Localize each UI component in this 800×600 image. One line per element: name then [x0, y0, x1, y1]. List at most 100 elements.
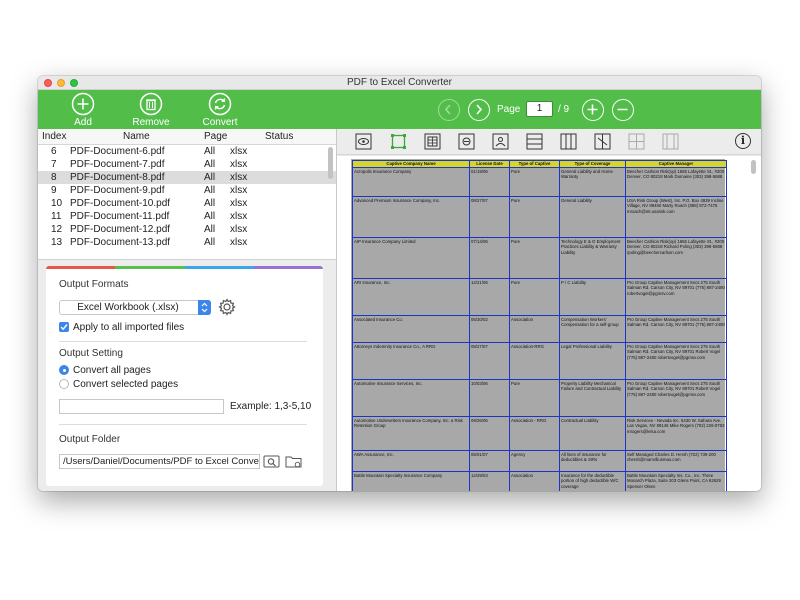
app-window: PDF to Excel Converter Add Remove Conver… [38, 76, 761, 491]
convert-button[interactable]: Convert [195, 92, 245, 128]
remove-selection-icon[interactable] [458, 133, 475, 150]
next-page-button[interactable] [468, 99, 490, 121]
document-cell: AWA Assurance, Inc. [352, 449, 470, 472]
file-row[interactable]: 13 PDF-Document-13.pdf All xlsx [38, 236, 336, 249]
add-button[interactable]: Add [58, 92, 108, 128]
document-cell: 10/03/06 [469, 378, 510, 417]
open-folder-icon[interactable] [285, 454, 303, 469]
document-row: AIP Insurance Company Limited 07/14/06 Pur… [352, 236, 727, 279]
file-name-cell: PDF-Document-6.pdf [70, 146, 165, 157]
file-page-cell: All [204, 211, 216, 222]
document-table: Captive Company Name License Date Type of … [352, 160, 727, 491]
select-area-icon[interactable] [390, 133, 407, 150]
preview-scrollbar[interactable] [751, 160, 756, 174]
document-cell: 12/21/06 [469, 277, 510, 316]
document-cell: Compensation Workers' Compensation for a… [559, 314, 626, 343]
document-cell: Battle Mountain Specialty Insurance Comp… [352, 470, 470, 491]
document-cell: General Liability and Home Warranty [559, 166, 626, 197]
remove-button[interactable]: Remove [126, 92, 176, 128]
page-label: Page [497, 104, 521, 115]
document-cell: Battle Mountain Specialty Ins. Co., Inc.… [625, 470, 727, 491]
gear-icon[interactable] [218, 298, 236, 316]
table-select-icon[interactable] [424, 133, 441, 150]
apply-all-label[interactable]: Apply to all imported files [73, 322, 184, 333]
document-cell: Pro Group Captive Management Svcs 275 So… [625, 341, 727, 380]
file-status-cell: xlsx [230, 185, 248, 196]
add-icon [71, 92, 95, 116]
document-row: Acropolis Insurance Company 01/19/06 Pure G… [352, 166, 727, 197]
column-divider-icon[interactable] [560, 133, 577, 150]
file-name-cell: PDF-Document-9.pdf [70, 185, 165, 196]
file-name-cell: PDF-Document-7.pdf [70, 159, 165, 170]
zoom-out-button[interactable] [612, 99, 634, 121]
file-index-cell: 13 [51, 237, 63, 248]
file-name-cell: PDF-Document-12.pdf [70, 224, 171, 235]
divider-2 [59, 424, 307, 425]
merge-cells-icon[interactable] [628, 133, 645, 150]
document-cell: Pure [509, 166, 560, 197]
format-select[interactable]: Excel Workbook (.xlsx) [59, 300, 211, 315]
document-cell: Insurance for the deductible portion of … [559, 470, 626, 491]
header-index[interactable]: Index [42, 131, 66, 142]
document-cell: General Liability [559, 195, 626, 238]
file-row[interactable]: 9 PDF-Document-9.pdf All xlsx [38, 184, 336, 197]
document-cell: Agency [509, 449, 560, 472]
document-cell: Risk Services - Nevada Inc. 5430 W. Saha… [625, 415, 727, 451]
pages-example-label: Example: 1,3-5,10 [230, 401, 312, 412]
convert-all-label[interactable]: Convert all pages [73, 365, 151, 376]
file-name-cell: PDF-Document-10.pdf [70, 198, 171, 209]
output-formats-title: Output Formats [59, 279, 129, 290]
zoom-in-button[interactable] [582, 99, 604, 121]
document-cell: Association [509, 314, 560, 343]
file-row[interactable]: 8 PDF-Document-8.pdf All xlsx [38, 171, 336, 184]
left-pane: Index Name Page Status 6 PDF-Document-6.p… [38, 129, 336, 491]
row-divider-icon[interactable] [526, 133, 543, 150]
file-page-cell: All [204, 185, 216, 196]
header-name[interactable]: Name [123, 131, 150, 142]
delete-divider-icon[interactable] [594, 133, 611, 150]
select-arrow [198, 300, 211, 315]
add-label: Add [74, 117, 92, 128]
document-cell: Association-RRG [509, 341, 560, 380]
page-total: / 9 [558, 104, 570, 115]
strip-segment [184, 266, 254, 269]
chevron-right-icon [476, 104, 483, 115]
pages-input[interactable] [59, 399, 224, 414]
file-index-cell: 6 [51, 146, 57, 157]
previous-page-button[interactable] [438, 99, 460, 121]
convert-selected-radio[interactable] [59, 379, 69, 389]
eye-icon[interactable] [355, 133, 372, 150]
folder-path-input[interactable]: /Users/Daniel/Documents/PDF to Excel Con… [59, 454, 260, 469]
header-page[interactable]: Page [204, 131, 227, 142]
document-cell: Pure [509, 236, 560, 279]
file-page-cell: All [204, 237, 216, 248]
info-icon[interactable]: i [735, 133, 751, 149]
document-row: ARI Insurance, Inc. 12/21/06 Pure P / C Lia… [352, 277, 727, 316]
document-cell: AIP Insurance Company Limited [352, 236, 470, 279]
refresh-icon [208, 92, 232, 116]
file-status-cell: xlsx [230, 211, 248, 222]
file-index-cell: 10 [51, 198, 63, 209]
file-row[interactable]: 12 PDF-Document-12.pdf All xlsx [38, 223, 336, 236]
image-select-icon[interactable] [492, 133, 509, 150]
document-cell: Beecher Carlson Risk(op) 1655 Lafayette … [625, 236, 727, 279]
apply-all-checkbox[interactable] [59, 322, 69, 332]
file-index-cell: 7 [51, 159, 57, 170]
search-folder-icon[interactable] [263, 454, 281, 469]
page-number-input[interactable]: 1 [526, 101, 553, 117]
document-cell: Self Managed Charles D. Hersh (702) 739-… [625, 449, 727, 472]
document-preview[interactable]: Captive Company Name License Date Type of … [337, 156, 761, 491]
split-cells-icon[interactable] [662, 133, 679, 150]
file-row[interactable]: 6 PDF-Document-6.pdf All xlsx [38, 145, 336, 158]
file-list-scrollbar[interactable] [328, 147, 333, 179]
window-title: PDF to Excel Converter [346, 77, 453, 88]
convert-selected-label[interactable]: Convert selected pages [73, 379, 178, 390]
header-status[interactable]: Status [265, 131, 293, 142]
convert-label: Convert [202, 117, 238, 128]
file-row[interactable]: 7 PDF-Document-7.pdf All xlsx [38, 158, 336, 171]
convert-all-radio[interactable] [59, 365, 69, 375]
document-cell: USA Risk Group (West), Inc. P.O. Box 493… [625, 195, 727, 238]
output-folder-title: Output Folder [59, 434, 121, 445]
file-row[interactable]: 10 PDF-Document-10.pdf All xlsx [38, 197, 336, 210]
file-row[interactable]: 11 PDF-Document-11.pdf All xlsx [38, 210, 336, 223]
